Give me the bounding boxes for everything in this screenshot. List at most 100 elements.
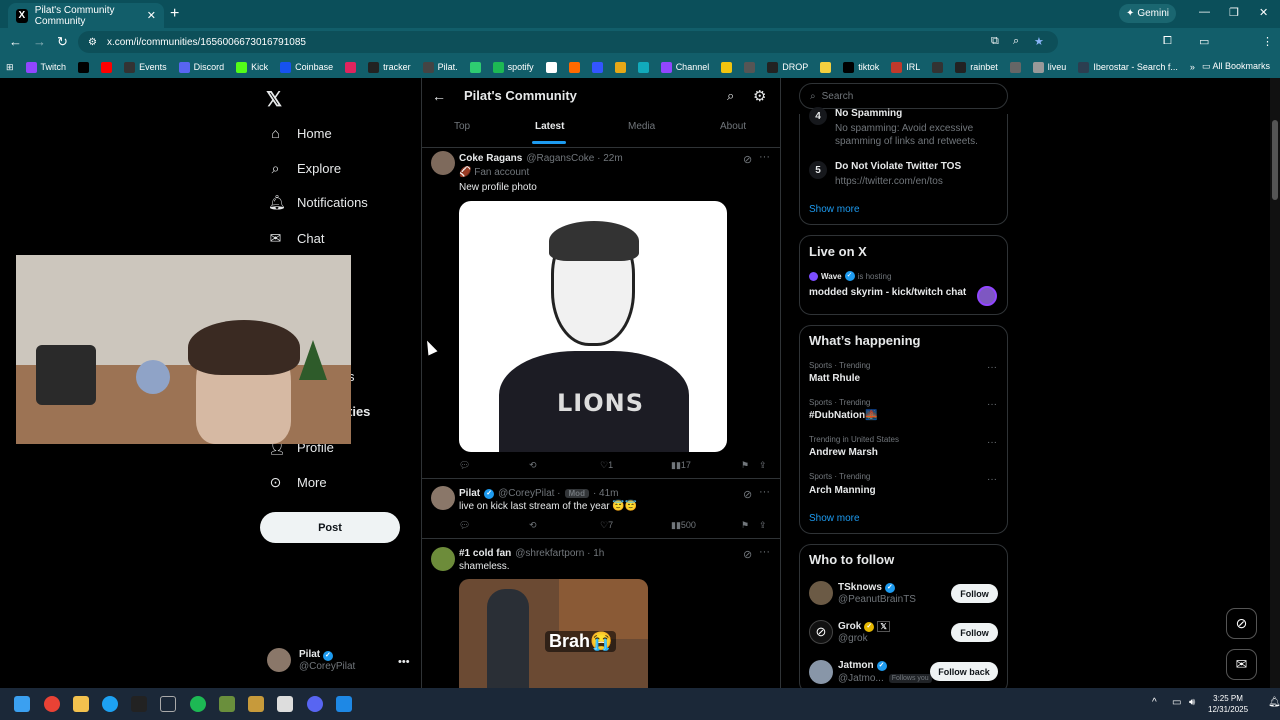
address-bar[interactable]: ⚙ x.com/i/communities/165600667301679108… — [78, 31, 1058, 53]
grok-icon[interactable]: ⊘ — [743, 488, 752, 501]
bookmark-item[interactable] — [932, 61, 944, 73]
account-more-icon[interactable]: ••• — [398, 656, 410, 668]
minimize-button[interactable]: — — [1199, 6, 1210, 18]
account-switcher[interactable]: Pilat ✓ @CoreyPilat ••• — [267, 648, 410, 672]
nav-explore[interactable]: ⌕ Explore — [268, 160, 342, 177]
scrollbar-thumb[interactable] — [1272, 120, 1278, 200]
bookmark-item[interactable]: DROP — [767, 61, 808, 73]
extensions-puzzle-icon[interactable]: ⧠ — [1163, 35, 1172, 48]
rule-description[interactable]: https://twitter.com/en/tos — [835, 175, 995, 188]
bookmark-item[interactable] — [1009, 61, 1021, 73]
network-icon[interactable]: ▭ — [1172, 697, 1181, 708]
bookmark-item[interactable]: Events — [124, 61, 167, 73]
notification-bell-icon[interactable]: 🔔︎ — [1268, 697, 1280, 708]
views-button[interactable]: ▮▮ 500 — [671, 520, 696, 531]
system-clock[interactable]: 3:25 PM 12/31/2025 — [1208, 693, 1248, 715]
bookmark-item[interactable] — [744, 61, 756, 73]
follow-name[interactable]: Jatmon ✓ — [838, 660, 887, 671]
bookmark-item[interactable] — [721, 61, 733, 73]
live-host[interactable]: Wave ✓ is hosting — [809, 271, 891, 281]
trends-show-more-link[interactable]: Show more — [809, 513, 860, 524]
trend-more-icon[interactable]: ··· — [987, 437, 997, 448]
messages-fab-icon[interactable]: ✉ — [1226, 649, 1257, 680]
bookmark-item[interactable] — [820, 61, 832, 73]
nav-chat[interactable]: ✉ Chat — [268, 230, 325, 247]
tab-media[interactable]: Media — [628, 121, 655, 132]
grok-icon[interactable]: ⊘ — [743, 548, 752, 561]
bookmark-item[interactable] — [345, 61, 357, 73]
avatar[interactable] — [809, 660, 833, 684]
steam-icon[interactable] — [160, 696, 176, 712]
taskbar-app-icon[interactable] — [102, 696, 118, 712]
trend-name[interactable]: Andrew Marsh — [809, 447, 878, 458]
bookmark-icon[interactable]: ⚑ — [741, 520, 749, 531]
bookmark-item[interactable]: Channel — [660, 61, 709, 73]
close-window-button[interactable]: ✕ — [1259, 6, 1268, 19]
all-bookmarks-link[interactable]: ▭ All Bookmarks — [1202, 61, 1270, 72]
volume-icon[interactable]: 🔊︎ — [1189, 697, 1195, 708]
bookmark-item[interactable] — [101, 61, 113, 73]
epic-games-icon[interactable] — [131, 696, 147, 712]
bookmark-item[interactable]: spotify — [492, 61, 534, 73]
live-avatar[interactable] — [977, 286, 997, 306]
trend-name[interactable]: Arch Manning — [809, 485, 876, 496]
bookmark-item[interactable]: IRL — [891, 61, 920, 73]
bookmark-item[interactable]: Discord — [178, 61, 224, 73]
bookmark-item[interactable] — [637, 61, 649, 73]
follow-name[interactable]: TSknows ✓ — [838, 582, 895, 593]
nav-home[interactable]: ⌂ Home — [268, 125, 331, 141]
bookmark-item[interactable]: rainbet — [955, 61, 998, 73]
like-button[interactable]: ♡ 7 — [600, 520, 613, 531]
like-button[interactable]: ♡ 1 — [600, 460, 613, 471]
post-author[interactable]: Coke Ragans @RagansCoke · 22m — [459, 153, 623, 164]
post-more-icon[interactable]: ··· — [759, 546, 770, 558]
bookmark-item[interactable] — [78, 61, 90, 73]
post-button[interactable]: Post — [260, 512, 400, 543]
post-more-icon[interactable]: ··· — [759, 151, 770, 163]
zoom-icon[interactable]: ⌕ — [1013, 35, 1019, 48]
back-arrow-icon[interactable]: ← — [432, 88, 446, 104]
bookmark-item[interactable]: Iberostar - Search f... — [1078, 61, 1178, 73]
follow-back-button[interactable]: Follow back — [930, 662, 998, 681]
search-icon[interactable]: ⌕ — [727, 88, 734, 104]
notepad-icon[interactable] — [336, 696, 352, 712]
windows-start-icon[interactable] — [14, 696, 30, 712]
follow-name[interactable]: Grok ✓ 𝕏 — [838, 621, 890, 632]
spotify-icon[interactable] — [190, 696, 206, 712]
bookmark-item[interactable]: Twitch — [25, 61, 66, 73]
tab-about[interactable]: About — [720, 121, 746, 132]
file-explorer-icon[interactable] — [73, 696, 89, 712]
bookmark-star-icon[interactable]: ★ — [1034, 35, 1044, 48]
nav-notifications[interactable]: 🔔︎ Notifications — [268, 194, 368, 211]
grok-fab-icon[interactable]: ⊘ — [1226, 608, 1257, 639]
reply-icon[interactable]: 💬︎ — [459, 460, 470, 471]
trend-more-icon[interactable]: ··· — [987, 362, 997, 373]
tray-chevron-icon[interactable]: ^ — [1152, 697, 1157, 708]
bookmark-icon[interactable]: ⚑ — [741, 460, 749, 471]
taskbar-app-icon[interactable] — [277, 696, 293, 712]
grok-icon[interactable]: ⊘ — [743, 153, 752, 166]
post-author[interactable]: Pilat ✓ @CoreyPilat · Mod · 41m — [459, 488, 619, 499]
tab-top[interactable]: Top — [454, 121, 470, 132]
bookmark-item[interactable]: Pilat. — [422, 61, 458, 73]
trend-name[interactable]: #DubNation🌉 — [809, 410, 878, 421]
repost-icon[interactable]: ⟲ — [529, 520, 537, 531]
rules-show-more-link[interactable]: Show more — [809, 204, 860, 215]
close-tab-icon[interactable]: ✕ — [147, 9, 156, 22]
bookmark-item[interactable] — [545, 61, 557, 73]
avatar[interactable] — [431, 547, 455, 571]
site-info-icon[interactable]: ⚙ — [88, 37, 97, 48]
trend-name[interactable]: Matt Rhule — [809, 373, 860, 384]
views-button[interactable]: ▮▮ 17 — [671, 460, 691, 471]
more-bookmarks-icon[interactable]: » — [1190, 62, 1195, 72]
bookmark-item[interactable]: tracker — [368, 61, 411, 73]
bookmark-item[interactable]: Kick — [236, 61, 268, 73]
browser-tab[interactable]: X Pilat's Community Community ✕ — [8, 3, 164, 28]
nav-communities-partial[interactable]: ties — [348, 404, 370, 419]
bookmark-item[interactable]: tiktok — [843, 61, 879, 73]
reload-button[interactable]: ↻ — [57, 34, 68, 50]
minecraft-icon[interactable] — [219, 696, 235, 712]
nav-more[interactable]: ⊙ More — [268, 474, 327, 491]
side-panel-icon[interactable]: ▭ — [1199, 35, 1209, 48]
bookmark-item[interactable] — [568, 61, 580, 73]
